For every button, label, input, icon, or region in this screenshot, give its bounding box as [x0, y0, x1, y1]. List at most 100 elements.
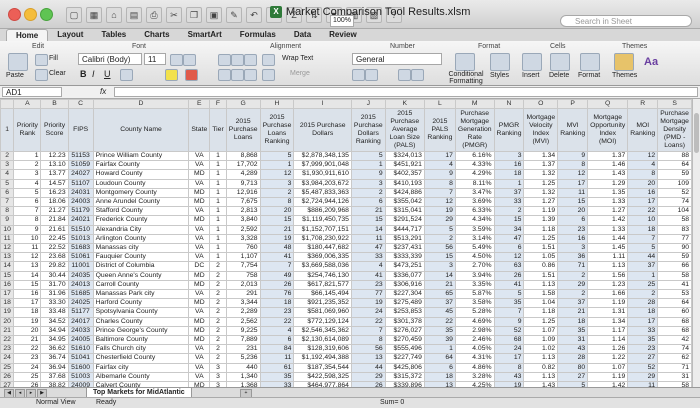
cell[interactable]: 17	[557, 178, 589, 189]
cell[interactable]: 51041	[67, 353, 94, 364]
column-header[interactable]: H	[259, 99, 295, 109]
cell[interactable]: $306,916	[384, 279, 425, 291]
tab-charts[interactable]: Charts	[135, 29, 178, 41]
cell[interactable]: 59	[657, 169, 692, 180]
cell[interactable]: 6	[557, 215, 589, 226]
cell[interactable]: 51683	[67, 243, 94, 254]
cell[interactable]: 6	[259, 335, 295, 346]
cell[interactable]: 84	[259, 344, 295, 355]
cell[interactable]: 29	[350, 371, 386, 383]
cell[interactable]: $66,145,494	[293, 289, 352, 300]
cell[interactable]: $451,921	[384, 160, 425, 171]
column-header[interactable]: D	[92, 99, 190, 109]
cell[interactable]: 6	[423, 362, 456, 373]
cell[interactable]: 21.84	[40, 215, 69, 226]
cell[interactable]: 2,562	[225, 316, 261, 327]
cell[interactable]: $444,717	[384, 224, 425, 235]
cell[interactable]: 20	[259, 206, 295, 217]
cell[interactable]: 1	[209, 160, 227, 171]
cell[interactable]: $187,354,544	[293, 362, 352, 373]
cell[interactable]: 80	[557, 362, 589, 373]
cell[interactable]: 41	[657, 279, 692, 291]
cell[interactable]: 37	[627, 261, 659, 272]
cell[interactable]: Harford County	[92, 298, 190, 309]
cell[interactable]: 7	[423, 187, 456, 199]
cell[interactable]: 11	[350, 233, 386, 245]
cell[interactable]: 23.68	[40, 252, 69, 263]
cell[interactable]: 1.25	[523, 316, 559, 327]
cell[interactable]: 51107	[67, 178, 94, 189]
cell[interactable]: $315,372	[384, 371, 425, 383]
paste-button[interactable]: Paste	[6, 72, 24, 79]
cell[interactable]: $2,546,345,362	[293, 325, 352, 337]
cell[interactable]: 24005	[67, 335, 94, 346]
cell[interactable]: 2	[209, 335, 227, 346]
cell[interactable]: 74	[657, 344, 692, 355]
cell[interactable]: 4	[627, 160, 659, 171]
cell[interactable]: 24013	[67, 279, 94, 291]
cell[interactable]: $513,291	[384, 233, 425, 245]
cell[interactable]: VA	[188, 160, 211, 171]
cell[interactable]: 1.39	[523, 215, 559, 226]
cell[interactable]: 2,013	[225, 279, 261, 291]
row-number[interactable]: 19	[0, 307, 15, 318]
cell[interactable]: 28	[557, 353, 589, 364]
cell[interactable]: 3.47%	[454, 187, 495, 199]
fx-icon[interactable]: fx	[100, 87, 106, 96]
cell[interactable]: 3.14%	[454, 233, 495, 245]
cell[interactable]: 76	[259, 289, 295, 300]
cell[interactable]: 1.19	[587, 371, 629, 383]
cell[interactable]: 5.28%	[454, 307, 495, 318]
cell[interactable]: MD	[188, 298, 211, 309]
cell[interactable]: 34.95	[40, 335, 69, 346]
cell[interactable]: Manassas city	[92, 243, 190, 254]
cell[interactable]: 1,107	[225, 252, 261, 263]
cell[interactable]: 1.43	[587, 169, 629, 180]
cell[interactable]: 4.50%	[454, 252, 495, 263]
tab-data[interactable]: Data	[285, 29, 320, 41]
shrink-font-icon[interactable]	[183, 54, 196, 66]
cell[interactable]: 7,754	[225, 261, 261, 272]
cell[interactable]: 52	[493, 325, 525, 337]
cell[interactable]: $2,130,614,089	[293, 335, 352, 346]
cell[interactable]: 22	[627, 206, 659, 217]
column-header[interactable]: N	[493, 99, 525, 109]
cell[interactable]: 22	[423, 316, 456, 327]
cell[interactable]: 59	[657, 252, 692, 263]
cell[interactable]: 51685	[67, 289, 94, 300]
cell[interactable]: 2	[627, 289, 659, 300]
cell[interactable]: 1	[627, 270, 659, 281]
cell[interactable]: $324,013	[384, 150, 425, 162]
cell[interactable]: Charles County	[92, 316, 190, 327]
column-title-cell[interactable]: State	[188, 108, 211, 152]
cell[interactable]: 22.45	[40, 233, 69, 245]
cell[interactable]: 16	[493, 160, 525, 171]
cell[interactable]: $617,821,577	[293, 279, 352, 291]
cell[interactable]: 3.69%	[454, 197, 495, 208]
cell[interactable]: 51013	[67, 233, 94, 245]
cell[interactable]: $369,006,335	[293, 252, 352, 263]
row-number[interactable]: 24	[0, 353, 15, 364]
column-title-cell[interactable]: Mortgage Opportunity Index (MOI)	[587, 108, 629, 152]
cell[interactable]: 51177	[67, 307, 94, 318]
insert-button[interactable]: Insert	[522, 72, 540, 79]
cell[interactable]: 27	[627, 353, 659, 364]
cell[interactable]: $1,119,450,735	[293, 215, 352, 226]
cell[interactable]: 37	[493, 187, 525, 199]
copy-icon[interactable]: ❐	[186, 7, 202, 23]
cell[interactable]: 14	[423, 270, 456, 281]
cell[interactable]: 21	[557, 307, 589, 318]
cell[interactable]: 11	[259, 353, 295, 364]
cell[interactable]: $886,209,968	[293, 206, 352, 217]
cell[interactable]: 13.10	[40, 160, 69, 171]
cell[interactable]: 2	[209, 270, 227, 281]
cell[interactable]: 68	[657, 325, 692, 337]
cell[interactable]: 12,916	[225, 187, 261, 199]
cell[interactable]: 26	[493, 270, 525, 281]
cell[interactable]: 23	[557, 224, 589, 235]
cell[interactable]: 2.98%	[454, 325, 495, 337]
cell[interactable]: 23	[259, 307, 295, 318]
cell[interactable]: 24	[350, 307, 386, 318]
row-number[interactable]: 16	[0, 279, 15, 291]
cell[interactable]: 25	[13, 371, 42, 383]
